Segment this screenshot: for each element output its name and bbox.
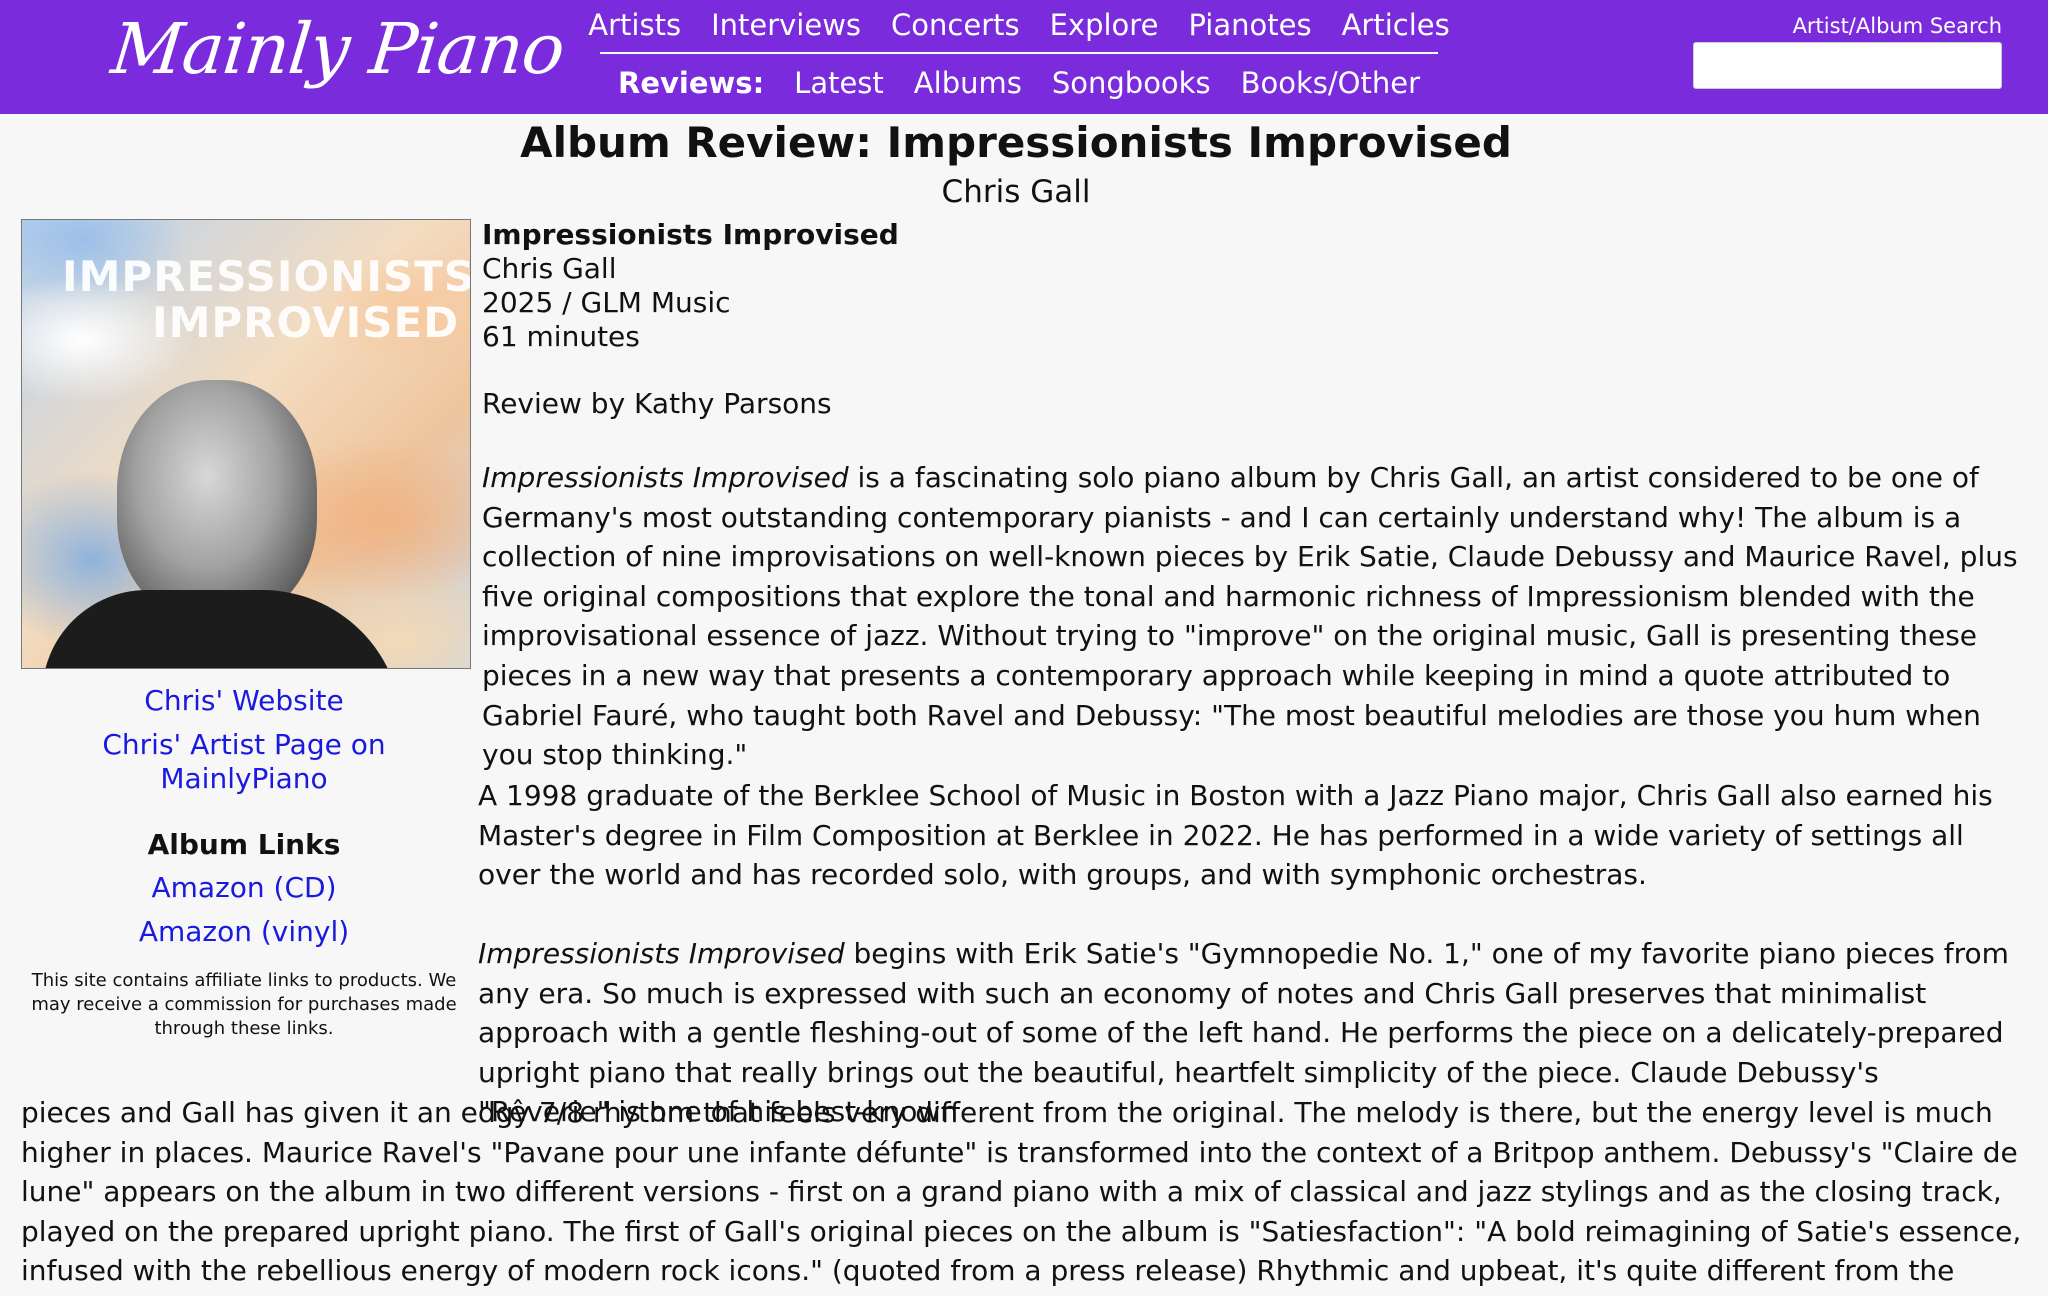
cover-title-text: IMPRESSIONISTS IMPROVISED [22, 254, 470, 346]
review-paragraph-1-text: is a fascinating solo piano album by Chr… [482, 461, 2018, 772]
site-logo[interactable]: Mainly Piano [108, 8, 568, 90]
album-info: Impressionists Improvised Chris Gall 202… [482, 218, 899, 354]
site-header: Mainly Piano Artists Interviews Concerts… [0, 0, 2048, 114]
affiliate-disclaimer: This site contains affiliate links to pr… [31, 970, 457, 1039]
nav-articles[interactable]: Articles [1342, 8, 1450, 42]
cover-title-line2: IMPROVISED [152, 298, 460, 347]
cover-title-line1: IMPRESSIONISTS [62, 252, 471, 301]
album-artist: Chris Gall [482, 252, 617, 285]
nav-explore[interactable]: Explore [1050, 8, 1159, 42]
main-nav: Artists Interviews Concerts Explore Pian… [588, 8, 1450, 54]
nav-artists[interactable]: Artists [588, 8, 681, 42]
nav-pianotes[interactable]: Pianotes [1188, 8, 1311, 42]
page-subtitle: Chris Gall [941, 174, 1091, 210]
nav-interviews[interactable]: Interviews [711, 8, 861, 42]
search-label: Artist/Album Search [1792, 14, 2002, 38]
nav-reviews-latest[interactable]: Latest [794, 66, 884, 100]
nav-concerts[interactable]: Concerts [891, 8, 1020, 42]
review-paragraph-2: A 1998 graduate of the Berklee School of… [478, 779, 1993, 892]
album-links-heading: Album Links [147, 828, 341, 861]
album-length: 61 minutes [482, 320, 640, 353]
artist-album-search-input[interactable] [1693, 42, 2002, 89]
reviews-nav: Reviews: Latest Albums Songbooks Books/O… [600, 66, 1438, 100]
review-byline: Review by Kathy Parsons [482, 387, 832, 420]
album-cover-image: IMPRESSIONISTS IMPROVISED [21, 219, 471, 669]
album-title-italic: Impressionists Improvised [482, 461, 849, 494]
sidebar: Chris' Website Chris' Artist Page on Mai… [21, 684, 467, 1041]
review-paragraph-1: Impressionists Improvised is a fascinati… [482, 458, 2018, 775]
amazon-cd-link[interactable]: Amazon (CD) [21, 871, 467, 905]
nav-reviews-books-other[interactable]: Books/Other [1241, 66, 1420, 100]
album-name: Impressionists Improvised [482, 218, 899, 251]
artist-website-link[interactable]: Chris' Website [21, 684, 467, 718]
page-title: Album Review: Impressionists Improvised [520, 118, 1512, 167]
review-paragraph-3-continued: pieces and Gall has given it an edgy 7/8… [21, 1096, 2022, 1296]
cover-portrait-body [42, 590, 402, 668]
cover-portrait-head [117, 380, 317, 620]
nav-reviews-albums[interactable]: Albums [914, 66, 1022, 100]
amazon-vinyl-link[interactable]: Amazon (vinyl) [21, 915, 467, 949]
reviews-label: Reviews: [618, 66, 765, 100]
artist-page-link[interactable]: Chris' Artist Page on MainlyPiano [21, 728, 467, 796]
nav-reviews-songbooks[interactable]: Songbooks [1052, 66, 1211, 100]
album-title-italic: Impressionists Improvised [478, 937, 845, 970]
album-year-label: 2025 / GLM Music [482, 286, 731, 319]
